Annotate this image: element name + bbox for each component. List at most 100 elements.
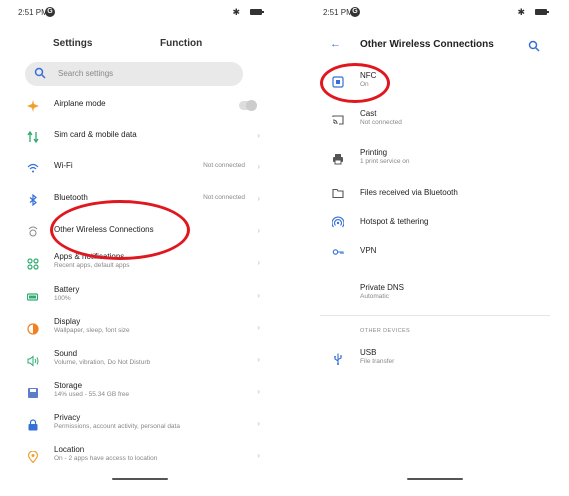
settings-item-airplane-mode[interactable]: Airplane mode — [15, 93, 265, 119]
vpn-label: VPN — [360, 246, 377, 255]
g-icon: G — [350, 7, 360, 17]
chevron-right-icon: › — [257, 355, 260, 364]
private-dns-label: Private DNS — [360, 283, 405, 292]
back-arrow-icon[interactable]: ← — [330, 38, 341, 50]
settings-item-storage[interactable]: Storage 14% used - 55.34 GB free › — [15, 380, 265, 406]
status-bar: 2:51 PM G ✱ — [323, 6, 549, 20]
bluetooth-status-icon: ✱ — [232, 7, 240, 17]
status-time: 2:51 PM — [323, 8, 353, 17]
annotation-circle-other-wireless — [50, 200, 190, 260]
usb-label: USB — [360, 348, 377, 357]
settings-item-wifi[interactable]: Wi-Fi Not connected › — [15, 155, 265, 181]
location-icon — [27, 451, 39, 463]
airplane-icon — [27, 100, 39, 112]
settings-item-privacy[interactable]: Privacy Permissions, account activity, p… — [15, 412, 265, 438]
settings-item-label: Airplane mode — [54, 99, 106, 108]
lock-icon — [28, 419, 38, 431]
chevron-right-icon: › — [257, 291, 260, 300]
settings-item-label: Sim card & mobile data — [54, 130, 137, 139]
printer-icon — [333, 154, 343, 165]
list-item-hotspot[interactable]: Hotspot & tethering — [320, 208, 550, 236]
chevron-right-icon: › — [257, 323, 260, 332]
search-icon — [34, 67, 46, 79]
settings-item-sim-card[interactable]: Sim card & mobile data › — [15, 124, 265, 150]
bluetooth-status-value: Not connected — [203, 194, 245, 201]
chevron-right-icon: › — [257, 419, 260, 428]
cast-icon — [332, 115, 344, 125]
chevron-right-icon: › — [257, 194, 260, 203]
nav-handle[interactable] — [112, 478, 168, 480]
g-icon: G — [45, 7, 55, 17]
tab-function[interactable]: Function — [160, 38, 202, 49]
list-item-cast[interactable]: Cast Not connected — [320, 106, 550, 134]
printing-status: 1 print service on — [360, 158, 410, 165]
cast-status: Not connected — [360, 119, 402, 126]
airplane-mode-toggle[interactable] — [239, 100, 257, 111]
battery-icon — [27, 293, 39, 301]
printing-label: Printing — [360, 148, 388, 157]
nav-handle[interactable] — [407, 478, 463, 480]
list-item-usb[interactable]: USB File transfer — [320, 345, 550, 373]
chevron-right-icon: › — [257, 451, 260, 460]
settings-item-location[interactable]: Location On - 2 apps have access to loca… — [15, 444, 265, 470]
chevron-right-icon: › — [257, 258, 260, 267]
hotspot-icon — [332, 216, 344, 228]
wifi-status-value: Not connected — [203, 162, 245, 169]
settings-item-label: Wi-Fi — [54, 161, 73, 170]
chevron-right-icon: › — [257, 131, 260, 140]
tab-settings[interactable]: Settings — [53, 38, 92, 49]
settings-item-label: Sound — [54, 349, 78, 358]
mobile-data-icon — [27, 131, 39, 143]
search-placeholder: Search settings — [58, 69, 114, 78]
files-bluetooth-label: Files received via Bluetooth — [360, 188, 458, 197]
settings-item-subtitle: Permissions, account activity, personal … — [54, 423, 180, 430]
chevron-right-icon: › — [257, 387, 260, 396]
private-dns-status: Automatic — [360, 293, 389, 300]
settings-item-display[interactable]: Display Wallpaper, sleep, font size › — [15, 316, 265, 342]
vpn-key-icon — [332, 249, 344, 255]
screen-header: ← Other Wireless Connections — [320, 38, 550, 54]
storage-icon — [28, 388, 38, 398]
status-time: 2:51 PM — [18, 8, 48, 17]
status-bar: 2:51 PM G ✱ — [18, 6, 264, 20]
chevron-right-icon: › — [257, 162, 260, 171]
settings-item-label: Privacy — [54, 413, 81, 422]
divider — [320, 315, 550, 316]
settings-item-subtitle: Volume, vibration, Do Not Disturb — [54, 359, 151, 366]
settings-item-label: Storage — [54, 381, 83, 390]
list-item-private-dns[interactable]: Private DNS Automatic — [320, 280, 550, 308]
settings-item-label: Bluetooth — [54, 193, 88, 202]
bluetooth-icon — [29, 194, 37, 206]
annotation-circle-nfc — [320, 63, 390, 103]
cast-label: Cast — [360, 109, 377, 118]
apps-icon — [27, 258, 39, 270]
settings-header: Settings Function — [15, 38, 265, 54]
list-item-vpn[interactable]: VPN — [320, 237, 550, 265]
settings-item-subtitle: 14% used - 55.34 GB free — [54, 391, 130, 398]
usb-icon — [334, 353, 342, 365]
chevron-right-icon: › — [257, 226, 260, 235]
settings-item-sound[interactable]: Sound Volume, vibration, Do Not Disturb … — [15, 348, 265, 374]
list-item-printing[interactable]: Printing 1 print service on — [320, 145, 550, 173]
wireless-connections-icon — [28, 226, 38, 237]
wifi-icon — [27, 163, 39, 173]
usb-status: File transfer — [360, 358, 395, 365]
search-icon[interactable] — [528, 40, 540, 52]
list-item-files-bluetooth[interactable]: Files received via Bluetooth — [320, 179, 550, 207]
folder-icon — [332, 188, 344, 199]
settings-item-subtitle: On - 2 apps have access to location — [54, 455, 158, 462]
search-input[interactable]: Search settings — [25, 62, 243, 86]
section-header-other-devices: OTHER DEVICES — [360, 328, 411, 334]
hotspot-label: Hotspot & tethering — [360, 217, 429, 226]
settings-item-label: Battery — [54, 285, 80, 294]
battery-status-icon — [250, 9, 264, 15]
battery-status-icon — [535, 9, 549, 15]
page-title: Other Wireless Connections — [360, 39, 494, 50]
settings-item-subtitle: Wallpaper, sleep, font size — [54, 327, 130, 334]
settings-item-battery[interactable]: Battery 100% › — [15, 284, 265, 310]
settings-item-subtitle: Recent apps, default apps — [54, 262, 130, 269]
bluetooth-status-icon: ✱ — [517, 7, 525, 17]
settings-item-label: Location — [54, 445, 85, 454]
settings-item-label: Display — [54, 317, 81, 326]
settings-item-subtitle: 100% — [54, 295, 71, 302]
